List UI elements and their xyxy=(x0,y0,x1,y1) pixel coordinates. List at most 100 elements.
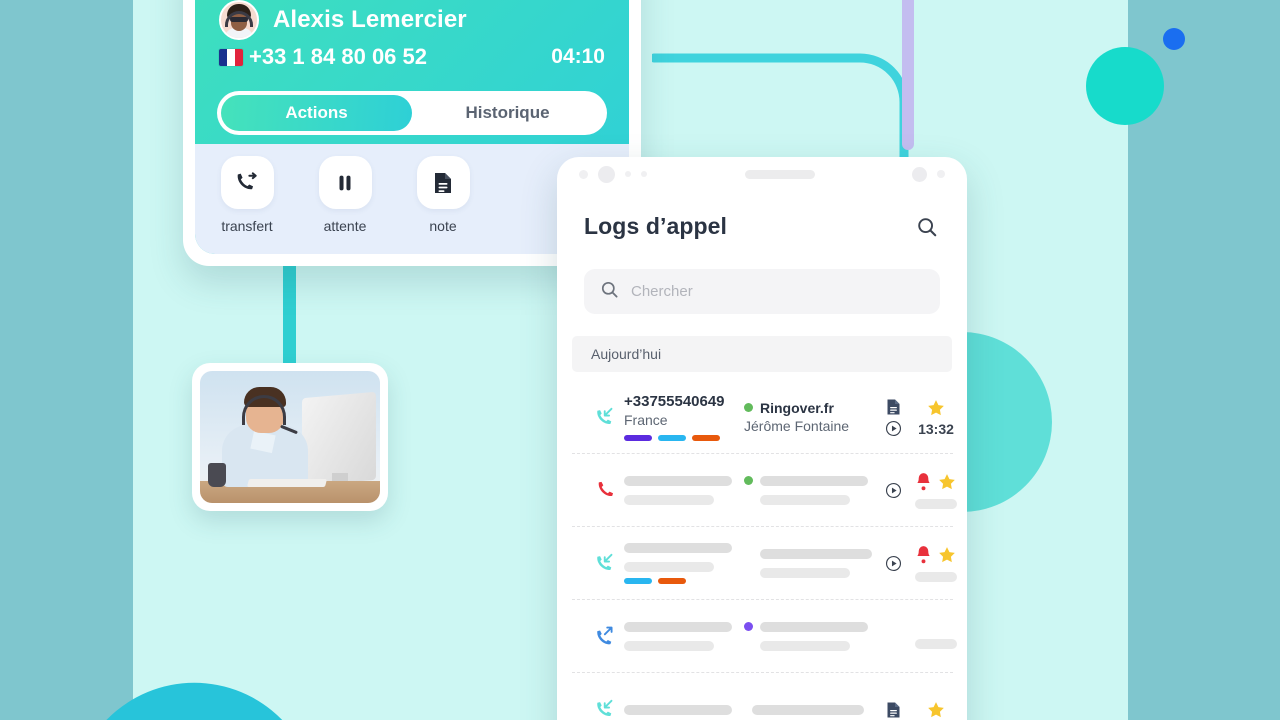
blue-dot-decoration xyxy=(1163,28,1185,50)
row-primary xyxy=(624,621,744,651)
row-actions xyxy=(876,555,910,572)
table-row[interactable] xyxy=(572,527,957,600)
row-secondary xyxy=(744,548,876,578)
search-icon xyxy=(600,280,619,304)
status-dot xyxy=(744,622,753,631)
call-header: Alexis Lemercier +33 1 84 80 06 52 04:10 xyxy=(195,0,629,100)
chrome-dot xyxy=(641,171,647,177)
fr-flag-icon xyxy=(219,48,243,66)
row-secondary: Ringover.fr Jérôme Fontaine xyxy=(744,399,876,435)
call-incoming-icon xyxy=(588,404,624,431)
row-end xyxy=(910,623,962,649)
row-secondary xyxy=(744,704,876,715)
tab-actions[interactable]: Actions xyxy=(221,95,412,131)
agent-photo-card xyxy=(192,363,388,511)
action-attente-label: attente xyxy=(323,218,367,234)
search-icon[interactable] xyxy=(914,214,940,240)
page-title: Logs d’appel xyxy=(584,213,728,239)
play-recording-icon[interactable] xyxy=(885,555,902,572)
tag xyxy=(658,577,686,584)
row-primary xyxy=(624,475,744,505)
call-incoming-icon xyxy=(588,550,624,577)
call-timer: 04:10 xyxy=(551,45,605,68)
row-secondary xyxy=(744,621,876,651)
caller-number-row: +33 1 84 80 06 52 04:10 xyxy=(219,44,605,70)
table-row[interactable]: +33755540649 France Ringover.fr Jérôme F… xyxy=(572,381,954,454)
action-note[interactable]: note xyxy=(415,156,471,234)
call-outgoing-icon xyxy=(588,623,624,650)
call-log-list: +33755540649 France Ringover.fr Jérôme F… xyxy=(572,381,957,720)
status-dot xyxy=(744,403,753,413)
table-row[interactable] xyxy=(572,600,957,673)
tab-historique[interactable]: Historique xyxy=(412,95,603,131)
bell-icon[interactable] xyxy=(915,472,932,491)
star-icon[interactable] xyxy=(926,700,946,720)
action-attente[interactable]: attente xyxy=(317,156,373,234)
row-time: 13:32 xyxy=(918,420,954,437)
row-end xyxy=(910,545,962,582)
row-actions xyxy=(876,701,910,719)
tag xyxy=(658,435,686,442)
chrome-dot xyxy=(937,170,945,178)
row-number: +33755540649 xyxy=(624,392,725,410)
teal-stem-connector xyxy=(283,262,296,376)
call-logs-card: Logs d’appel Chercher Aujourd’hui +33755… xyxy=(557,157,967,720)
chrome-dot xyxy=(625,171,631,177)
row-end xyxy=(910,472,962,509)
row-primary: +33755540649 France xyxy=(624,393,744,442)
bell-icon[interactable] xyxy=(915,545,932,564)
action-transfert[interactable]: transfert xyxy=(219,156,275,234)
action-transfert-label: transfert xyxy=(221,218,273,234)
row-tags xyxy=(624,577,744,584)
action-note-label: note xyxy=(429,218,457,234)
row-actions xyxy=(876,482,910,499)
section-header-today: Aujourd’hui xyxy=(572,336,952,372)
row-end: 13:32 xyxy=(910,398,962,437)
screenshot-stage: Alexis Lemercier +33 1 84 80 06 52 04:10… xyxy=(0,0,1280,720)
tag xyxy=(624,577,652,584)
row-actions xyxy=(876,398,910,437)
row-secondary xyxy=(744,475,876,505)
lavender-bar-decoration xyxy=(902,0,914,150)
caller-name: Alexis Lemercier xyxy=(273,6,467,33)
row-primary xyxy=(624,704,744,715)
search-input[interactable]: Chercher xyxy=(584,269,940,314)
table-row[interactable] xyxy=(572,673,953,720)
call-missed-icon xyxy=(588,477,624,504)
call-actions-list: transfert attente note xyxy=(219,156,471,234)
chrome-dot xyxy=(579,169,588,179)
agent-photo xyxy=(200,371,380,503)
note-document-icon[interactable] xyxy=(886,398,901,416)
search-placeholder: Chercher xyxy=(631,283,693,300)
call-transfer-icon xyxy=(220,156,274,209)
pause-icon xyxy=(318,156,372,209)
tag xyxy=(692,435,720,442)
row-agent: Jérôme Fontaine xyxy=(744,418,850,434)
star-icon[interactable] xyxy=(937,545,957,565)
chrome-address-placeholder xyxy=(744,169,815,179)
row-end xyxy=(910,700,962,720)
call-incoming-icon xyxy=(588,696,624,720)
status-dot xyxy=(744,476,753,485)
row-country: France xyxy=(624,412,668,429)
caller-phone-number: +33 1 84 80 06 52 xyxy=(249,44,427,69)
section-header-label: Aujourd’hui xyxy=(591,346,662,362)
row-primary xyxy=(624,542,744,584)
star-icon[interactable] xyxy=(926,398,946,418)
row-tags xyxy=(624,435,744,442)
play-recording-icon[interactable] xyxy=(885,482,902,499)
chrome-dot xyxy=(598,165,615,183)
caller-identity: Alexis Lemercier xyxy=(219,0,467,40)
teal-circle-decoration xyxy=(1086,47,1164,125)
star-icon[interactable] xyxy=(937,472,957,492)
note-document-icon xyxy=(416,156,470,209)
row-company: Ringover.fr xyxy=(744,399,876,417)
call-tabs: Actions Historique xyxy=(217,91,607,135)
note-document-icon[interactable] xyxy=(886,701,901,719)
card-window-chrome xyxy=(557,157,967,191)
agent-avatar xyxy=(219,0,259,40)
tag xyxy=(624,435,652,442)
table-row[interactable] xyxy=(572,454,957,527)
chrome-dot xyxy=(912,166,927,182)
play-recording-icon[interactable] xyxy=(885,420,902,437)
